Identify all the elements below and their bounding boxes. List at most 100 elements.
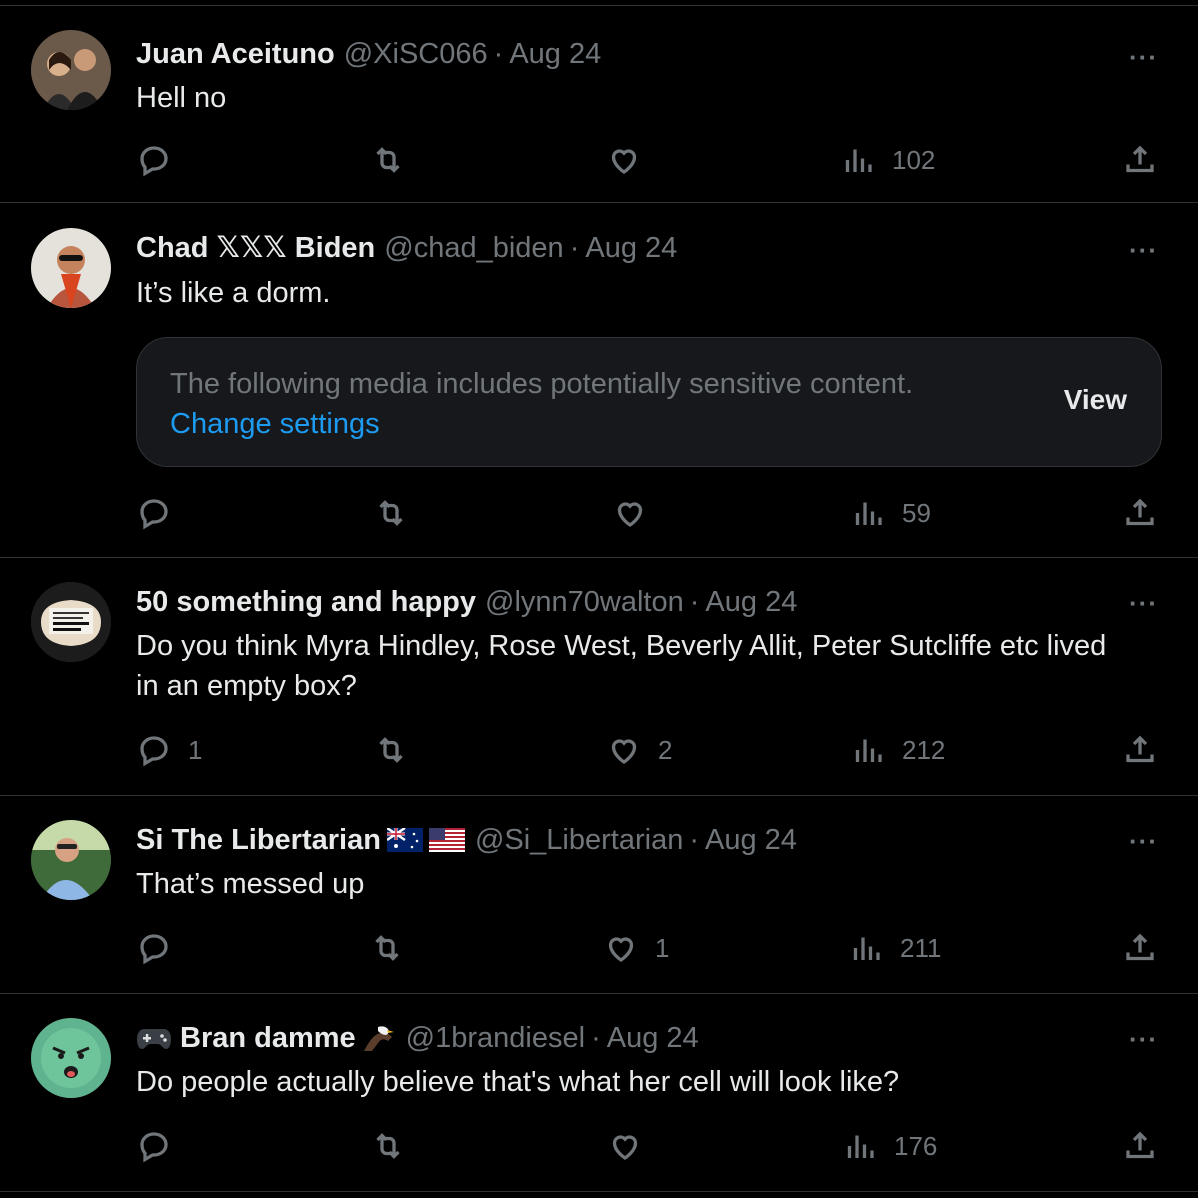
reply-button[interactable]: [136, 140, 188, 180]
reply-button[interactable]: [136, 1126, 188, 1166]
views-count: 176: [894, 1130, 938, 1161]
tweet-date[interactable]: Aug 24: [585, 228, 677, 268]
reply-button[interactable]: 1: [136, 730, 202, 770]
retweet-icon: [379, 500, 403, 526]
separator: ·: [493, 38, 504, 70]
share-button[interactable]: [1122, 928, 1158, 968]
retweet-button[interactable]: [373, 493, 425, 533]
display-name[interactable]: Chad 𝕏𝕏𝕏 Biden: [136, 228, 375, 268]
display-name[interactable]: Si The Libertarian: [136, 820, 381, 860]
view-button[interactable]: View: [1064, 384, 1127, 416]
user-handle[interactable]: @lynn70walton: [485, 582, 684, 622]
tweet-date[interactable]: Aug 24: [705, 582, 797, 622]
share-icon: [1126, 498, 1154, 526]
reply-button[interactable]: [136, 493, 188, 533]
more-icon[interactable]: ···: [1129, 235, 1158, 266]
tweet[interactable]: Juan Aceituno @XiSC066 · Aug 24 ··· Hell…: [0, 5, 1198, 203]
like-button[interactable]: [612, 493, 664, 533]
tweet-header: 50 something and happy @lynn70walton · A…: [136, 582, 797, 622]
tweet-date[interactable]: Aug 24: [607, 1018, 699, 1058]
more-icon[interactable]: ···: [1129, 826, 1158, 857]
display-name[interactable]: 50 something and happy: [136, 582, 476, 622]
share-icon: [1126, 1131, 1154, 1159]
views-button[interactable]: 59: [850, 493, 931, 533]
tweet[interactable]: 50 something and happy @lynn70walton · A…: [0, 558, 1198, 796]
avatar[interactable]: [31, 228, 111, 308]
tweet-date[interactable]: Aug 24: [705, 820, 797, 860]
tweet[interactable]: Si The Libertarian @Si_Libertarian · Aug…: [0, 796, 1198, 994]
sensitive-message: The following media includes potentially…: [170, 368, 914, 400]
game-controller-icon: [136, 1025, 172, 1051]
tweet[interactable]: Bran damme @1brandiesel · Aug 24 ··· Do …: [0, 994, 1198, 1192]
tweet-date[interactable]: Aug 24: [509, 34, 601, 74]
retweet-icon: [376, 147, 400, 173]
views-count: 211: [900, 932, 942, 963]
reply-button[interactable]: [136, 928, 188, 968]
australia-flag-icon: [386, 828, 423, 852]
share-button[interactable]: [1122, 1126, 1158, 1166]
avatar[interactable]: [31, 1018, 111, 1098]
display-name[interactable]: Bran damme: [180, 1018, 356, 1058]
avatar[interactable]: [31, 820, 111, 900]
avatar[interactable]: [31, 30, 111, 110]
retweet-button[interactable]: [373, 730, 425, 770]
more-icon[interactable]: ···: [1129, 1024, 1158, 1055]
retweet-button[interactable]: [370, 1126, 422, 1166]
retweet-button[interactable]: [370, 140, 422, 180]
views-button[interactable]: 212: [850, 730, 945, 770]
like-icon: [617, 502, 643, 527]
like-button[interactable]: 1: [603, 928, 669, 968]
action-bar: 176: [136, 1126, 1158, 1166]
reply-icon: [140, 499, 168, 530]
views-button[interactable]: 176: [842, 1126, 937, 1166]
reply-icon: [140, 934, 168, 965]
separator: ·: [591, 1022, 601, 1054]
tweet-header: Juan Aceituno @XiSC066 · Aug 24: [136, 34, 601, 74]
reply-icon: [140, 146, 168, 177]
tweet-text: It’s like a dorm.: [136, 277, 331, 309]
user-handle[interactable]: @XiSC066: [344, 34, 488, 74]
views-count: 59: [902, 497, 931, 528]
tweet-text: Hell no: [136, 82, 227, 114]
share-button[interactable]: [1122, 140, 1158, 180]
user-handle[interactable]: @Si_Libertarian: [475, 820, 683, 860]
share-icon: [1126, 145, 1154, 173]
more-icon[interactable]: ···: [1129, 588, 1158, 619]
like-button[interactable]: 2: [606, 730, 672, 770]
views-icon: [855, 739, 882, 762]
like-icon: [611, 739, 637, 764]
views-icon: [853, 937, 880, 960]
tweet[interactable]: Chad 𝕏𝕏𝕏 Biden @chad_biden · Aug 24 ··· …: [0, 203, 1198, 558]
display-name[interactable]: Juan Aceituno: [136, 34, 335, 74]
user-handle[interactable]: @chad_biden: [384, 228, 563, 268]
reply-count: 1: [188, 734, 203, 765]
retweet-icon: [376, 1133, 400, 1159]
action-bar: 59: [136, 493, 1158, 533]
share-button[interactable]: [1122, 730, 1158, 770]
tweet-header: Bran damme @1brandiesel · Aug 24: [136, 1018, 699, 1058]
tweet-header: Chad 𝕏𝕏𝕏 Biden @chad_biden · Aug 24: [136, 228, 677, 268]
views-button[interactable]: 211: [848, 928, 941, 968]
tweet-text: That’s messed up: [136, 868, 365, 900]
user-handle[interactable]: @1brandiesel: [406, 1018, 585, 1058]
like-button[interactable]: [606, 140, 658, 180]
reply-icon: [140, 736, 168, 767]
views-button[interactable]: 102: [840, 140, 935, 180]
views-icon: [847, 1135, 874, 1158]
like-count: 2: [658, 734, 673, 765]
reply-icon: [140, 1132, 168, 1163]
share-icon: [1126, 735, 1154, 763]
like-button[interactable]: [607, 1126, 659, 1166]
sensitive-content-warning: The following media includes potentially…: [136, 337, 1162, 467]
separator: ·: [689, 586, 700, 618]
like-icon: [611, 149, 637, 174]
more-icon[interactable]: ···: [1129, 42, 1158, 73]
tweet-text: Do you think Myra Hindley, Rose West, Be…: [136, 630, 1107, 702]
share-button[interactable]: [1122, 493, 1158, 533]
retweet-button[interactable]: [369, 928, 421, 968]
avatar[interactable]: [31, 582, 111, 662]
change-settings-link[interactable]: Change settings: [170, 404, 380, 444]
tweet-text: Do people actually believe that's what h…: [136, 1066, 900, 1098]
views-icon: [855, 502, 882, 525]
views-count: 102: [892, 144, 936, 175]
